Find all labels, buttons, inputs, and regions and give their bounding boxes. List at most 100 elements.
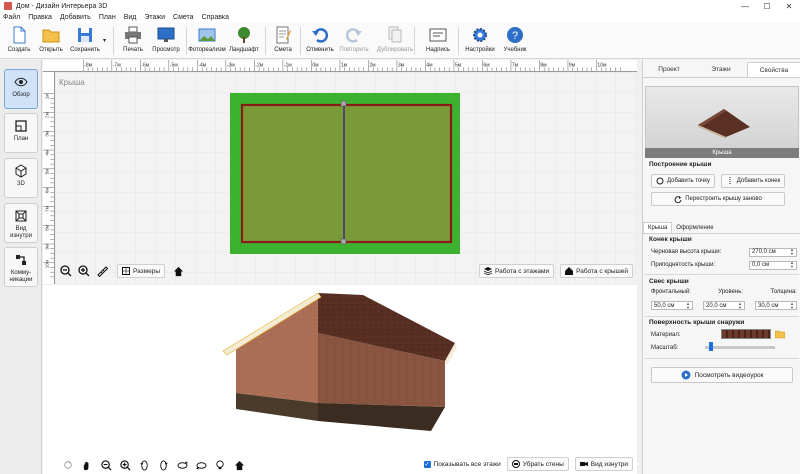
sidebar-item-communications[interactable]: Комму- никации xyxy=(4,247,38,287)
sidebar-item-inside-view[interactable]: Вид изнутри xyxy=(4,203,38,243)
photo-button[interactable]: Фотореализм xyxy=(188,24,226,58)
sidebar-item-plan[interactable]: План xyxy=(4,113,38,153)
estimate-button[interactable]: Смета xyxy=(264,24,302,58)
spinner-arrows-icon[interactable]: ▲ ▼ xyxy=(790,301,794,310)
layers-icon xyxy=(484,267,493,275)
inside-view-button[interactable]: Вид изнутри xyxy=(574,457,633,471)
home-button[interactable] xyxy=(171,264,185,278)
tilt-up-button[interactable] xyxy=(175,458,189,472)
window-title: Дом - Дизайн Интерьера 3D xyxy=(16,2,108,10)
zoom-out-button[interactable] xyxy=(59,264,73,278)
measure-button[interactable] xyxy=(95,264,109,278)
photo-icon xyxy=(198,28,216,42)
menu-add[interactable]: Добавить xyxy=(60,14,91,21)
draft-height-row: Черновая высота крыши: 270,0 см ▲ ▼ xyxy=(651,247,797,257)
floors-work-button[interactable]: Работа с этажами xyxy=(479,264,555,278)
hide-walls-button[interactable]: Убрать стены xyxy=(506,457,569,471)
plan-canvas[interactable] xyxy=(55,72,637,284)
show-all-floors-checkbox[interactable]: ✓ Показывать все этажи xyxy=(423,460,501,468)
pan-button[interactable] xyxy=(80,458,94,472)
thickness-field[interactable]: 30,0 см ▲ ▼ xyxy=(755,301,797,310)
raise-field[interactable]: 0,0 см ▲ ▼ xyxy=(749,260,797,270)
3d-zoom-out-button[interactable] xyxy=(99,458,113,472)
3d-home-button[interactable] xyxy=(232,458,246,472)
landscape-button[interactable]: Ландшафт xyxy=(225,24,263,58)
minimize-button[interactable]: — xyxy=(734,0,756,12)
menu-file[interactable]: Файл xyxy=(3,14,20,21)
home-icon xyxy=(234,460,244,470)
spinner-arrows-icon[interactable]: ▲ ▼ xyxy=(686,301,690,310)
ruler-icon xyxy=(97,266,108,277)
save-button[interactable]: Сохранить xyxy=(66,24,104,58)
save-dropdown-arrow[interactable]: ▾ xyxy=(103,37,106,44)
spinner-arrows-icon[interactable]: ▲ ▼ xyxy=(790,248,794,256)
properties-panel: Проект Этажи Свойства Крыша Построение к… xyxy=(642,60,800,474)
ruler-tick-label: 1м xyxy=(45,93,50,99)
sidebar-item-3d[interactable]: 3D xyxy=(4,158,38,198)
sizes-button[interactable]: Размеры xyxy=(117,264,166,278)
tutorial-button[interactable]: ? Учебник xyxy=(496,24,534,58)
add-ridge-button[interactable]: Добавить конек xyxy=(721,174,785,188)
scale-row: Масштаб: xyxy=(651,345,679,351)
menu-edit[interactable]: Правка xyxy=(28,14,52,21)
material-swatch[interactable] xyxy=(721,329,771,339)
tilt-down-button[interactable] xyxy=(194,458,208,472)
subtab-roof[interactable]: Крыша xyxy=(643,222,673,233)
tab-project[interactable]: Проект xyxy=(643,62,695,77)
roof-right-slope[interactable] xyxy=(345,105,451,242)
rebuild-roof-button[interactable]: Перестроить крышу заново xyxy=(651,192,785,206)
3d-right-toolbar: ✓ Показывать все этажи Убрать стены Вид … xyxy=(423,457,633,471)
front-overhang-field[interactable]: 50,0 см ▲ ▼ xyxy=(651,301,693,310)
rotate-3d-button[interactable] xyxy=(61,458,75,472)
plan-view[interactable]: -8м -7м -6м -5м -4м -3м -2м -1м 0м 1м 2м 3м 4м 5м 6м 7м… xyxy=(43,60,637,284)
scale-slider-thumb[interactable] xyxy=(709,342,713,351)
redo-button[interactable]: Повторить xyxy=(335,24,373,58)
tab-properties[interactable]: Свойства xyxy=(747,62,800,77)
roof-work-button[interactable]: Работа с крышей xyxy=(560,264,633,278)
refresh-icon xyxy=(674,196,682,203)
ruler-tick-label: -3м xyxy=(227,62,235,68)
roof-left-slope[interactable] xyxy=(242,105,344,242)
dimensions-icon xyxy=(122,267,130,275)
open-folder-icon[interactable] xyxy=(775,329,785,339)
undo-button[interactable]: Отменить xyxy=(301,24,339,58)
settings-button[interactable]: Настройки xyxy=(461,24,499,58)
spinner-arrows-icon[interactable]: ▲ ▼ xyxy=(738,301,742,310)
printer-icon xyxy=(125,26,141,44)
spinner-arrows-icon[interactable]: ▲ ▼ xyxy=(790,261,794,269)
ruler-tick-label: 5м xyxy=(455,62,462,68)
rotate-left-icon xyxy=(139,459,148,471)
duplicate-button[interactable]: Дублировать xyxy=(376,24,414,58)
scale-slider-track[interactable] xyxy=(705,346,775,349)
menu-estimate[interactable]: Смета xyxy=(173,14,194,21)
caption-button[interactable]: Надпись xyxy=(419,24,457,58)
label-icon xyxy=(429,28,447,42)
preview-button[interactable]: Просмотр xyxy=(147,24,185,58)
subtab-design[interactable]: Оформление xyxy=(672,222,717,233)
maximize-button[interactable]: ☐ xyxy=(756,0,778,12)
watch-video-button[interactable]: Посмотреть видеоурок xyxy=(651,367,793,383)
sidebar-item-overview[interactable]: Обзор xyxy=(4,69,38,109)
rotate-left-button[interactable] xyxy=(137,458,151,472)
rotate-right-button[interactable] xyxy=(156,458,170,472)
menu-view[interactable]: Вид xyxy=(124,14,137,21)
tab-floors[interactable]: Этажи xyxy=(695,62,747,77)
zoom-in-button[interactable] xyxy=(77,264,91,278)
add-point-button[interactable]: Добавить точку xyxy=(651,174,715,188)
3d-zoom-in-button[interactable] xyxy=(118,458,132,472)
close-button[interactable]: ✕ xyxy=(778,0,800,12)
light-button[interactable] xyxy=(213,458,227,472)
house-3d-render[interactable] xyxy=(43,285,637,455)
ruler-tick-label: 4м xyxy=(426,62,433,68)
3d-view[interactable]: ✓ Показывать все этажи Убрать стены Вид … xyxy=(43,285,637,474)
menu-help[interactable]: Справка xyxy=(202,14,229,21)
open-button[interactable]: Открыть xyxy=(32,24,70,58)
menu-plan[interactable]: План xyxy=(99,14,116,21)
ridge-point-top[interactable] xyxy=(340,100,347,107)
draft-height-field[interactable]: 270,0 см ▲ ▼ xyxy=(749,247,797,257)
ridge-point-bottom[interactable] xyxy=(340,238,347,245)
menu-floors[interactable]: Этажи xyxy=(144,14,165,21)
level-field[interactable]: 20,0 см ▲ ▼ xyxy=(703,301,745,310)
ruler-tick-label: 2м xyxy=(369,62,376,68)
rotate-icon xyxy=(64,460,72,469)
